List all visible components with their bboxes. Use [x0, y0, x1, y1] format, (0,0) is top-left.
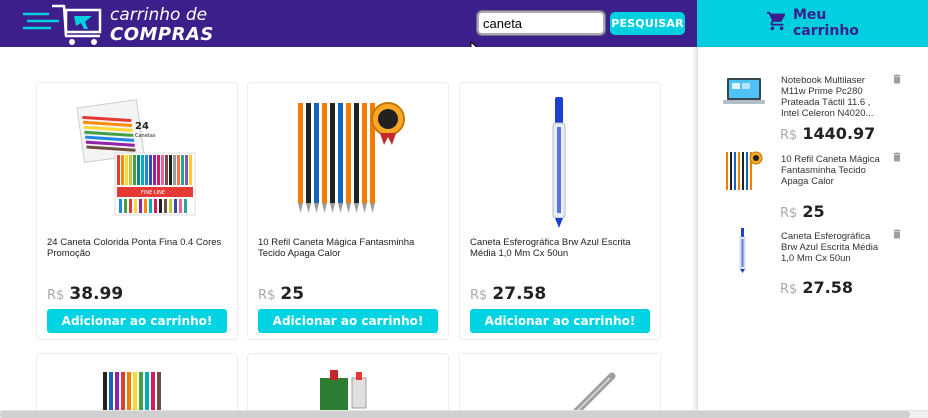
notebook-icon	[723, 78, 765, 104]
add-to-cart-button[interactable]: Adicionar ao carrinho!	[47, 309, 227, 333]
product-price: R$ 27.58	[470, 284, 546, 304]
box-number: 24	[135, 121, 149, 132]
product-price: R$ 25	[258, 284, 304, 304]
cart-title-line-2: carrinho	[793, 23, 859, 39]
price-value: 27.58	[802, 278, 854, 297]
product-title[interactable]: Caneta Esferográfica Brw Azul Escrita Mé…	[470, 237, 654, 259]
box-brand: FINE LINE	[141, 190, 165, 196]
price-value: 25	[802, 202, 825, 221]
cart-item-name: Caneta Esferográfica Brw Azul Escrita Mé…	[781, 231, 879, 264]
product-image-silver-pen	[566, 372, 616, 418]
product-image-blue-pen	[552, 97, 566, 228]
cart-header: Meu carrinho	[697, 0, 928, 47]
cart-icon	[766, 11, 786, 31]
cart-item-name: Notebook Multilaser M11w Prime Pc280 Pra…	[781, 75, 874, 119]
logo-text: carrinho de COMPRAS	[110, 5, 214, 45]
product-grid: 24 Canetas FINE LINE 24 Caneta Colorida …	[0, 47, 697, 418]
search-input[interactable]	[477, 11, 605, 35]
cart-title: Meu carrinho	[793, 7, 859, 39]
currency-label: R$	[258, 288, 276, 303]
scrollbar-thumb[interactable]	[0, 411, 910, 418]
box-label: Canetas	[135, 133, 156, 139]
cart-item-name: 10 Refil Caneta Mágica Fantasminha Tecid…	[781, 154, 880, 187]
product-card	[36, 353, 238, 418]
refill-pens-icon	[726, 151, 763, 190]
logo[interactable]: carrinho de COMPRAS	[22, 2, 214, 46]
trash-icon[interactable]	[891, 227, 903, 241]
cart-panel: Notebook Multilaser M11w Prime Pc280 Pra…	[697, 47, 928, 418]
price-value: 1440.97	[802, 124, 876, 143]
page: carrinho de COMPRAS PESQUISAR Meu carrin…	[0, 0, 928, 418]
product-image-colored-pens: 24 Canetas FINE LINE	[76, 99, 196, 216]
cart-item-price: R$ 27.58	[780, 278, 853, 297]
currency-label: R$	[780, 206, 798, 221]
price-value: 27.58	[492, 284, 547, 304]
currency-label: R$	[780, 128, 798, 143]
currency-label: R$	[470, 288, 488, 303]
trash-icon[interactable]	[891, 72, 903, 86]
product-title[interactable]: 10 Refil Caneta Mágica Fantasminha Tecid…	[258, 237, 442, 259]
product-card	[247, 353, 449, 418]
price-value: 25	[280, 284, 305, 304]
product-image-marker-set	[103, 372, 161, 412]
currency-label: R$	[780, 282, 798, 297]
cart-item-price: R$ 1440.97	[780, 124, 875, 143]
shopping-cart-logo-icon	[22, 4, 102, 45]
product-title[interactable]: 24 Caneta Colorida Ponta Fina 0.4 Cores …	[47, 237, 231, 259]
product-card	[459, 353, 661, 418]
product-image-ink-bottle	[320, 370, 367, 418]
search-button[interactable]: PESQUISAR	[610, 12, 685, 35]
add-to-cart-button[interactable]: Adicionar ao carrinho!	[470, 309, 650, 333]
trash-icon[interactable]	[891, 150, 903, 164]
add-to-cart-button[interactable]: Adicionar ao carrinho!	[258, 309, 438, 333]
blue-pen-icon	[739, 228, 746, 273]
product-card: Caneta Esferográfica Brw Azul Escrita Mé…	[459, 82, 661, 340]
cart-item-price: R$ 25	[780, 202, 825, 221]
currency-label: R$	[47, 288, 65, 303]
cart-title-line-1: Meu	[793, 7, 827, 23]
price-value: 38.99	[69, 284, 124, 304]
product-card: 10 Refil Caneta Mágica Fantasminha Tecid…	[247, 82, 449, 340]
top-header: carrinho de COMPRAS PESQUISAR	[0, 0, 697, 47]
product-price: R$ 38.99	[47, 284, 123, 304]
product-card: 24 Canetas FINE LINE 24 Caneta Colorida …	[36, 82, 238, 340]
logo-line-1: carrinho de	[110, 5, 208, 25]
logo-line-2: COMPRAS	[110, 24, 214, 45]
product-image-refill-pens	[298, 102, 405, 213]
